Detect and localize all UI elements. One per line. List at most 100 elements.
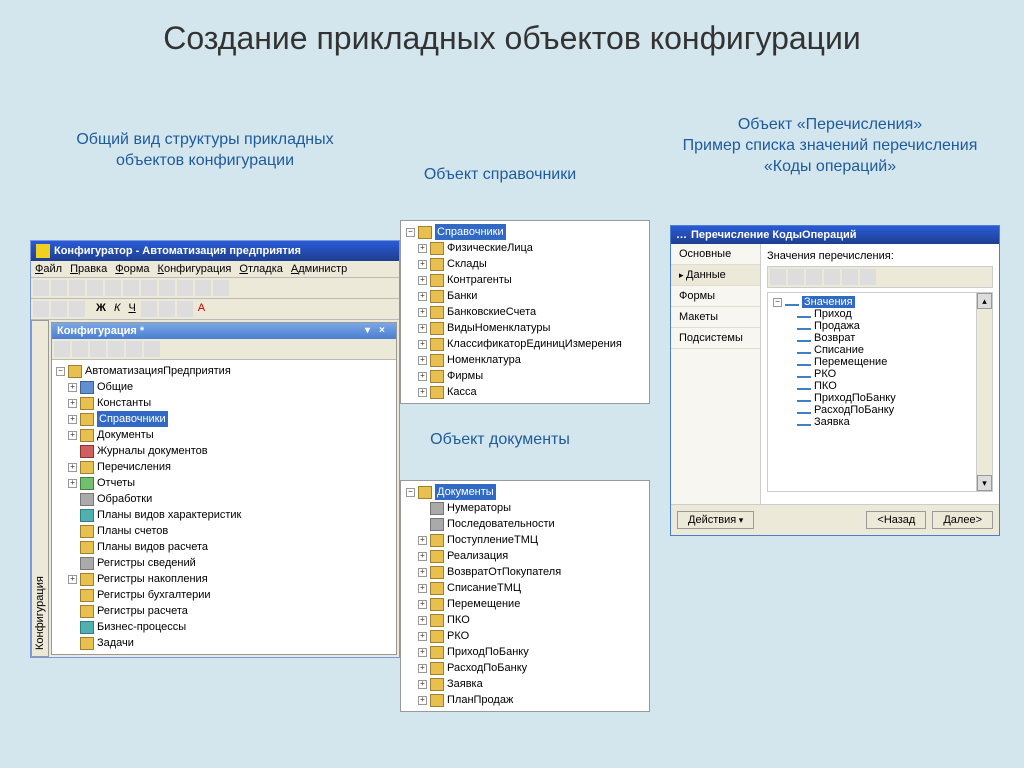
menu-item[interactable]: Отладка (239, 263, 283, 275)
expand-icon[interactable]: + (418, 536, 427, 545)
toolbar-1[interactable] (31, 278, 399, 299)
expand-icon[interactable]: + (418, 680, 427, 689)
toolbar-button[interactable] (213, 280, 229, 296)
collapse-icon[interactable]: − (773, 298, 782, 307)
toolbar-button[interactable] (144, 341, 160, 357)
tree-item[interactable]: Журналы документов (66, 443, 394, 459)
color-button[interactable]: А (195, 301, 208, 317)
prop-tab[interactable]: Данные (671, 265, 760, 286)
expand-icon[interactable]: + (418, 568, 427, 577)
expand-icon[interactable]: + (418, 324, 427, 333)
toolbar-button[interactable] (806, 269, 822, 285)
expand-icon[interactable]: + (418, 584, 427, 593)
tree-item[interactable]: Планы видов расчета (66, 539, 394, 555)
underline-button[interactable]: Ч (125, 301, 138, 317)
enum-value[interactable]: Перемещение (795, 356, 989, 368)
tree-item[interactable]: Регистры бухгалтерии (66, 587, 394, 603)
expand-icon[interactable]: + (68, 463, 77, 472)
toolbar-button[interactable] (87, 280, 103, 296)
toolbar-button[interactable] (105, 280, 121, 296)
expand-icon[interactable]: + (418, 340, 427, 349)
toolbar-button[interactable] (126, 341, 142, 357)
minimize-icon[interactable]: ▾ (365, 325, 377, 337)
tree-item[interactable]: +Касса (416, 384, 646, 400)
menu-item[interactable]: Форма (115, 263, 149, 275)
toolbar-button[interactable] (141, 301, 157, 317)
scroll-up-icon[interactable]: ▴ (977, 293, 992, 309)
tree-item[interactable]: +Фирмы (416, 368, 646, 384)
expand-icon[interactable]: + (418, 648, 427, 657)
prop-tab[interactable]: Формы (671, 286, 760, 307)
menubar[interactable]: ФайлПравкаФормаКонфигурацияОтладкаАдмини… (31, 261, 399, 278)
toolbar-button[interactable] (33, 280, 49, 296)
expand-icon[interactable]: + (418, 308, 427, 317)
tree-item[interactable]: +Регистры накопления (66, 571, 394, 587)
config-tree[interactable]: − АвтоматизацияПредприятия +Общие+Конста… (52, 360, 396, 654)
close-icon[interactable]: × (379, 325, 391, 337)
expand-icon[interactable]: + (418, 372, 427, 381)
expand-icon[interactable]: + (418, 260, 427, 269)
tree-item[interactable]: +Перечисления (66, 459, 394, 475)
back-button[interactable]: <Назад (866, 511, 926, 529)
expand-icon[interactable]: + (418, 632, 427, 641)
expand-icon[interactable]: + (418, 356, 427, 365)
enum-value[interactable]: Продажа (795, 320, 989, 332)
tree-item[interactable]: +ПриходПоБанку (416, 644, 646, 660)
tree-item[interactable]: +КлассификаторЕдиницИзмерения (416, 336, 646, 352)
expand-icon[interactable]: + (418, 276, 427, 285)
tree-item[interactable]: +Перемещение (416, 596, 646, 612)
toolbar-button[interactable] (69, 301, 85, 317)
tree-item[interactable]: Нумераторы (416, 500, 646, 516)
toolbar-button[interactable] (159, 301, 175, 317)
expand-icon[interactable]: + (418, 244, 427, 253)
toolbar-button[interactable] (195, 280, 211, 296)
scroll-down-icon[interactable]: ▾ (977, 475, 992, 491)
refs-tree[interactable]: −Справочники+ФизическиеЛица+Склады+Контр… (400, 220, 650, 404)
italic-button[interactable]: К (111, 301, 123, 317)
enum-value[interactable]: РасходПоБанку (795, 404, 989, 416)
panel-titlebar[interactable]: Конфигурация * ▾× (52, 323, 396, 339)
toolbar-button[interactable] (842, 269, 858, 285)
toolbar-button[interactable] (770, 269, 786, 285)
tree-item[interactable]: Регистры сведений (66, 555, 394, 571)
tree-item[interactable]: +Склады (416, 256, 646, 272)
prop-tab[interactable]: Подсистемы (671, 328, 760, 349)
tree-root[interactable]: −Документы (404, 484, 646, 500)
tree-item[interactable]: +Контрагенты (416, 272, 646, 288)
scrollbar[interactable]: ▴ ▾ (976, 293, 992, 491)
expand-icon[interactable]: + (418, 696, 427, 705)
tree-item[interactable]: +Банки (416, 288, 646, 304)
enum-toolbar[interactable] (767, 266, 993, 288)
tree-root[interactable]: −Справочники (404, 224, 646, 240)
expand-icon[interactable]: + (418, 664, 427, 673)
menu-item[interactable]: Файл (35, 263, 62, 275)
enum-value[interactable]: РКО (795, 368, 989, 380)
expand-icon[interactable]: + (68, 415, 77, 424)
tree-item[interactable]: Задачи (66, 635, 394, 651)
tree-item[interactable]: +Реализация (416, 548, 646, 564)
expand-icon[interactable]: + (68, 431, 77, 440)
toolbar-button[interactable] (141, 280, 157, 296)
tree-item[interactable]: +Заявка (416, 676, 646, 692)
tree-item[interactable]: Бизнес-процессы (66, 619, 394, 635)
tree-item[interactable]: +БанковскиеСчета (416, 304, 646, 320)
tree-item[interactable]: Регистры расчета (66, 603, 394, 619)
expand-icon[interactable]: + (418, 600, 427, 609)
toolbar-button[interactable] (123, 280, 139, 296)
enum-value[interactable]: ПриходПоБанку (795, 392, 989, 404)
tree-item[interactable]: Планы счетов (66, 523, 394, 539)
expand-icon[interactable]: + (68, 383, 77, 392)
next-button[interactable]: Далее> (932, 511, 993, 529)
toolbar-button[interactable] (51, 301, 67, 317)
collapse-icon[interactable]: − (56, 367, 65, 376)
toolbar-button[interactable] (108, 341, 124, 357)
prop-tab[interactable]: Макеты (671, 307, 760, 328)
expand-icon[interactable]: + (68, 399, 77, 408)
tree-root[interactable]: − АвтоматизацияПредприятия (54, 363, 394, 379)
enum-value[interactable]: Приход (795, 308, 989, 320)
collapse-icon[interactable]: − (406, 228, 415, 237)
enum-tree[interactable]: −Значения ПриходПродажаВозвратСписаниеПе… (767, 292, 993, 492)
toolbar-button[interactable] (51, 280, 67, 296)
tree-item[interactable]: +Документы (66, 427, 394, 443)
toolbar-button[interactable] (69, 280, 85, 296)
